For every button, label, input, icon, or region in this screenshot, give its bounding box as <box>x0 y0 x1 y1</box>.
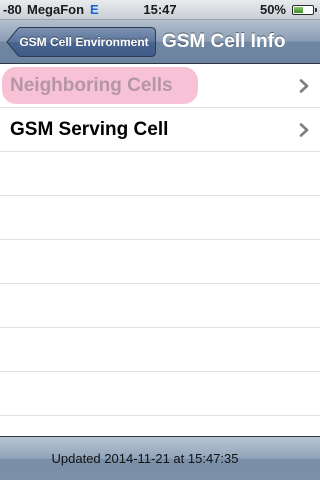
row-label: Neighboring Cells <box>10 75 173 96</box>
table-row-empty <box>0 152 320 196</box>
chevron-right-icon <box>299 123 309 137</box>
table-row-empty <box>0 284 320 328</box>
back-button-label: GSM Cell Environment <box>19 35 149 49</box>
table-row-empty <box>0 328 320 372</box>
battery-icon <box>292 5 317 15</box>
last-updated-label: Updated 2014-11-21 at 15:47:35 <box>51 451 239 466</box>
table-row-gsm-serving-cell[interactable]: GSM Serving Cell <box>0 108 320 152</box>
bottom-toolbar: Updated 2014-11-21 at 15:47:35 <box>0 436 320 480</box>
navigation-bar: GSM Cell Environment GSM Cell Info <box>0 20 320 64</box>
battery-percent: 50% <box>259 2 286 17</box>
status-bar: -80 MegaFon E 15:47 50% <box>0 0 320 20</box>
table-row-empty <box>0 372 320 416</box>
cell-info-table: Neighboring Cells GSM Serving Cell <box>0 64 320 416</box>
page-title: GSM Cell Info <box>162 31 286 52</box>
table-row-empty <box>0 240 320 284</box>
table-row-neighboring-cells[interactable]: Neighboring Cells <box>0 64 320 108</box>
back-button[interactable]: GSM Cell Environment <box>6 27 156 57</box>
table-row-empty <box>0 196 320 240</box>
battery-fill <box>294 7 303 13</box>
row-label: GSM Serving Cell <box>10 119 169 140</box>
chevron-right-icon <box>299 79 309 93</box>
